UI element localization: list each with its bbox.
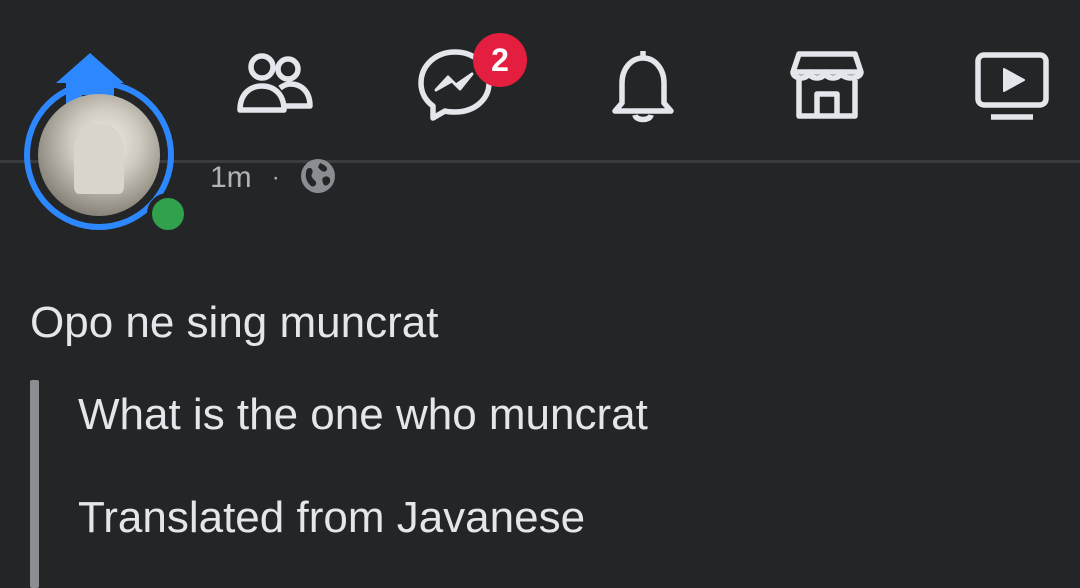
online-status-dot bbox=[147, 193, 189, 235]
translated-text: What is the one who muncrat bbox=[78, 390, 648, 439]
avatar-figure bbox=[74, 124, 124, 194]
globe-icon[interactable] bbox=[298, 156, 338, 204]
post-text: Opo ne sing muncrat bbox=[30, 298, 439, 347]
tab-marketplace[interactable] bbox=[777, 40, 877, 130]
translation-quote-bar bbox=[30, 380, 39, 588]
facebook-feed-screen: 2 1m · Opo ne sing muncrat What is the o… bbox=[0, 0, 1080, 588]
bell-icon bbox=[612, 51, 674, 123]
tab-notifications[interactable] bbox=[593, 40, 693, 130]
post-time[interactable]: 1m bbox=[210, 161, 252, 195]
tab-watch[interactable] bbox=[962, 40, 1062, 130]
post-meta: 1m · bbox=[210, 158, 338, 198]
avatar-image bbox=[38, 94, 160, 216]
tab-friends[interactable] bbox=[224, 40, 324, 130]
messenger-unread-badge: 2 bbox=[473, 33, 527, 87]
translation-source-note[interactable]: Translated from Javanese bbox=[78, 493, 585, 543]
watch-icon bbox=[975, 52, 1049, 120]
meta-separator: · bbox=[271, 164, 280, 191]
marketplace-icon bbox=[790, 51, 864, 119]
friends-icon bbox=[237, 53, 313, 113]
